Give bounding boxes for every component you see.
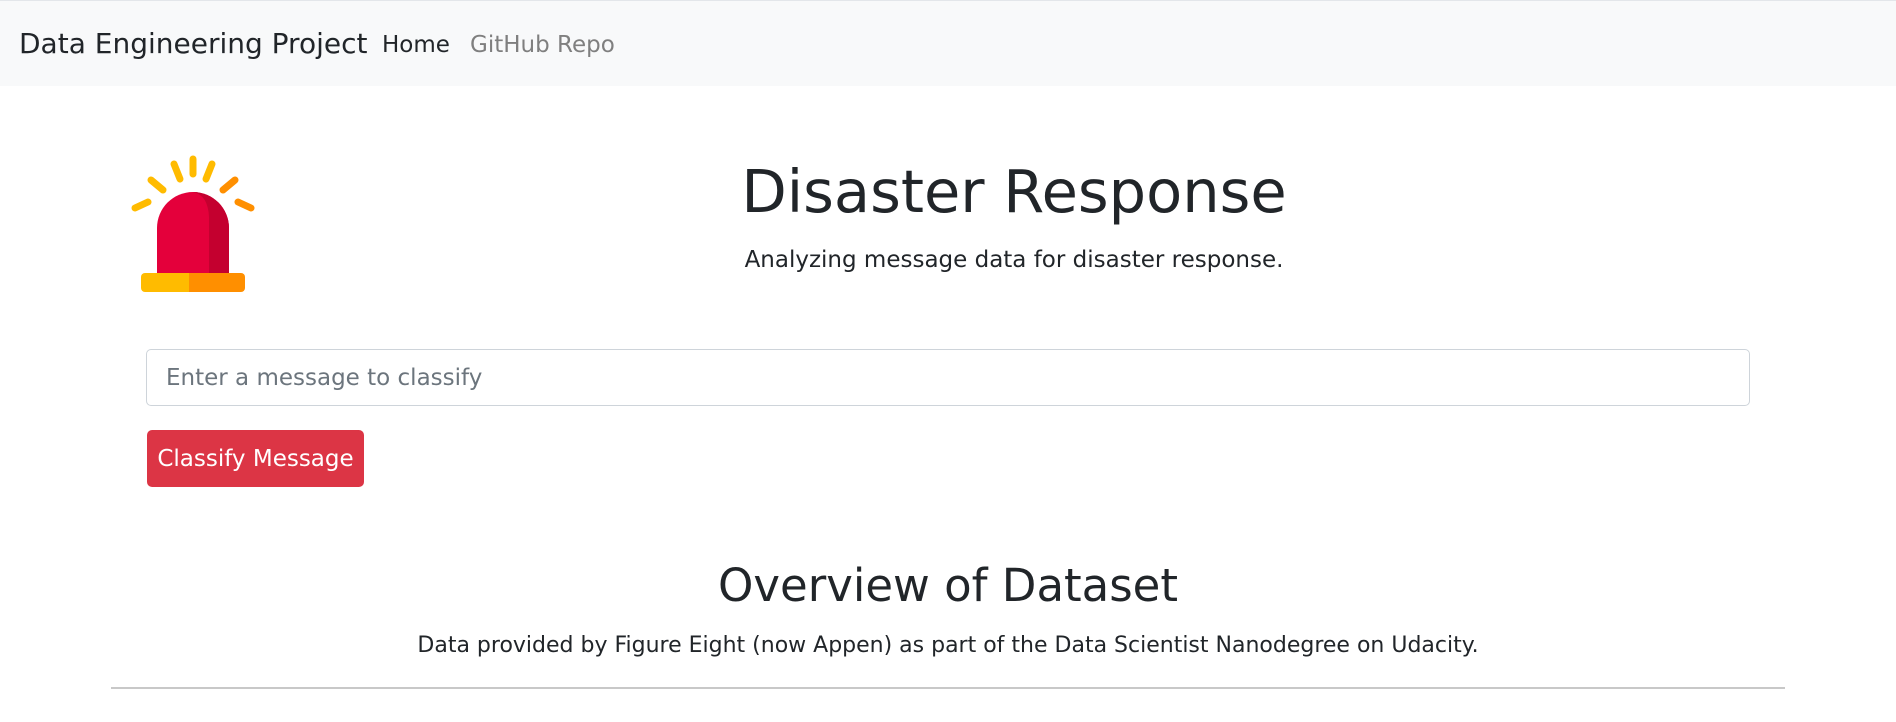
navbar: Data Engineering Project Home GitHub Rep… [0,0,1896,86]
page-subtitle: Analyzing message data for disaster resp… [744,247,1284,273]
siren-alarm-icon [128,155,263,295]
navbar-brand[interactable]: Data Engineering Project [19,27,367,60]
section-divider [111,687,1785,689]
page-title: Disaster Response [741,157,1287,226]
overview-title: Overview of Dataset [717,559,1179,612]
nav-link-home[interactable]: Home [382,32,450,58]
overview-subtitle: Data provided by Figure Eight (now Appen… [417,633,1479,658]
classify-message-button[interactable]: Classify Message [147,430,364,487]
nav-link-github-repo[interactable]: GitHub Repo [470,32,615,58]
message-input[interactable] [146,349,1750,406]
